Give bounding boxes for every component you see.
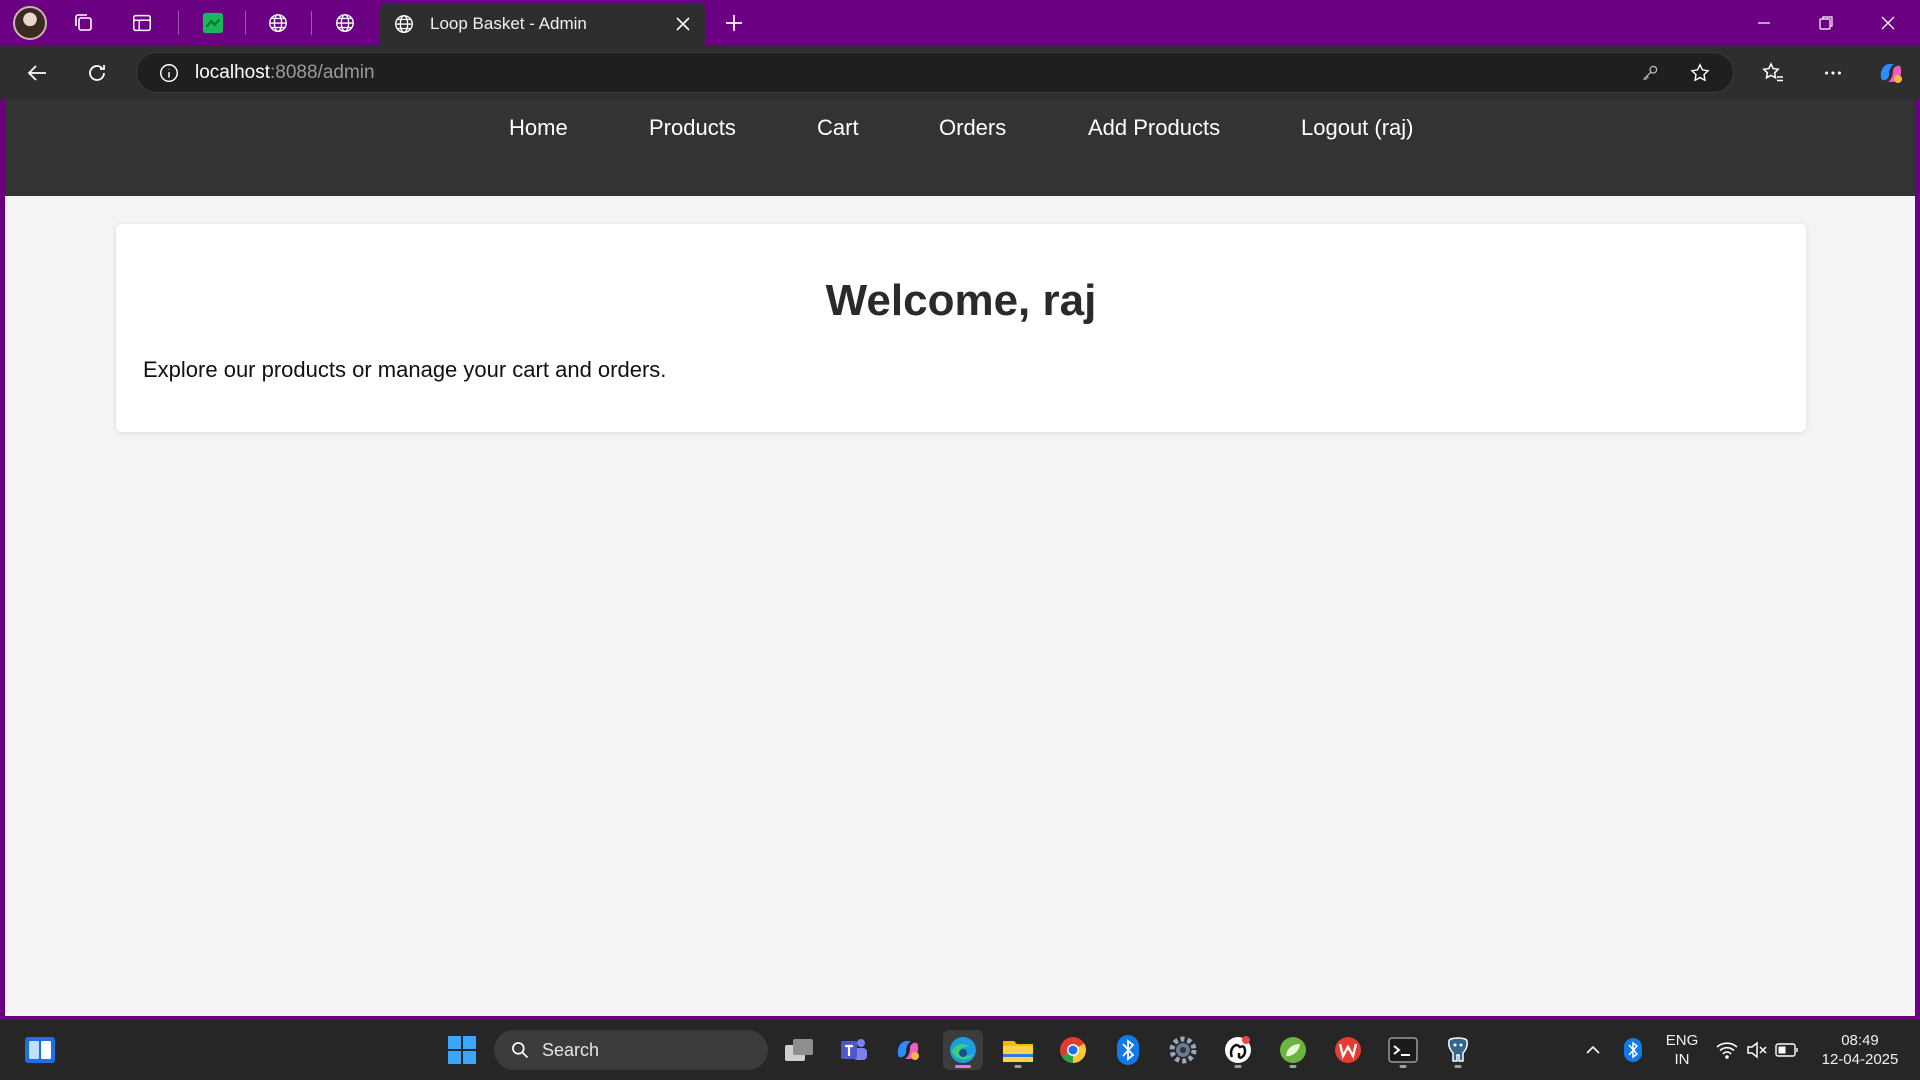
welcome-title: Welcome, raj	[825, 276, 1097, 325]
favorite-star-icon[interactable]	[1683, 56, 1717, 90]
running-app-indicator	[1289, 1065, 1297, 1068]
clock-date: 12-04-2025	[1821, 1051, 1899, 1068]
nav-products-link[interactable]: Products	[649, 115, 736, 141]
bluetooth-tray-icon[interactable]	[1613, 1030, 1653, 1070]
active-tab-title: Loop Basket - Admin	[430, 14, 587, 33]
running-app-indicator	[1454, 1065, 1462, 1068]
back-arrow-icon[interactable]	[20, 56, 54, 90]
copilot-app-icon[interactable]	[888, 1030, 928, 1070]
windows-taskbar: Search ENG IN 08:49 12-04-2025	[0, 1020, 1920, 1080]
key-icon[interactable]	[1633, 56, 1667, 90]
nav-logout-link[interactable]: Logout (raj)	[1301, 115, 1414, 141]
url-text[interactable]: localhost:8088/admin	[195, 62, 1633, 84]
more-options-icon[interactable]	[1816, 56, 1850, 90]
minimize-icon[interactable]	[1736, 4, 1792, 42]
nav-cart-link[interactable]: Cart	[817, 115, 859, 141]
bluetooth-app-icon[interactable]	[1108, 1030, 1148, 1070]
edge-browser-icon[interactable]	[943, 1030, 983, 1070]
pinned-tab-globe-icon[interactable]	[329, 7, 361, 39]
active-app-indicator	[955, 1065, 971, 1068]
spring-tools-icon[interactable]	[1273, 1030, 1313, 1070]
clock[interactable]: 08:49 12-04-2025	[1810, 1031, 1910, 1069]
workspaces-icon[interactable]	[68, 7, 100, 39]
running-app-indicator	[1014, 1065, 1022, 1068]
search-label: Search	[542, 1039, 600, 1060]
profile-avatar[interactable]	[13, 6, 47, 40]
chrome-icon[interactable]	[1053, 1030, 1093, 1070]
wps-office-icon[interactable]	[1328, 1030, 1368, 1070]
pinned-tab-globe-icon[interactable]	[262, 7, 294, 39]
site-navbar: Home Products Cart Orders Add Products L…	[5, 99, 1915, 196]
github-desktop-icon[interactable]	[1218, 1030, 1258, 1070]
nav-home-link[interactable]: Home	[509, 115, 568, 141]
nav-add-products-link[interactable]: Add Products	[1088, 115, 1220, 141]
url-host: localhost	[195, 61, 270, 83]
active-tab[interactable]: Loop Basket - Admin	[380, 3, 706, 45]
tab-separator	[245, 11, 246, 35]
tab-actions-icon[interactable]	[126, 7, 158, 39]
copilot-icon[interactable]	[1874, 56, 1908, 90]
postgresql-icon[interactable]	[1438, 1030, 1478, 1070]
welcome-description: Explore our products or manage your cart…	[143, 357, 667, 382]
pinned-tab-green-app-icon[interactable]	[197, 7, 229, 39]
tab-separator	[311, 11, 312, 35]
language-indicator[interactable]: ENG IN	[1660, 1031, 1704, 1069]
restore-icon[interactable]	[1798, 4, 1854, 42]
file-explorer-icon[interactable]	[998, 1030, 1038, 1070]
teams-icon[interactable]	[834, 1030, 874, 1070]
browser-tab-strip: Loop Basket - Admin	[0, 0, 1920, 45]
refresh-icon[interactable]	[80, 56, 114, 90]
taskbar-search[interactable]: Search	[494, 1030, 768, 1070]
widgets-icon[interactable]	[20, 1030, 60, 1070]
start-windows-icon[interactable]	[442, 1030, 482, 1070]
tab-separator	[178, 11, 179, 35]
globe-icon	[392, 12, 416, 36]
new-tab-icon[interactable]	[718, 7, 750, 39]
nav-orders-link[interactable]: Orders	[939, 115, 1006, 141]
settings-gear-icon[interactable]	[1163, 1030, 1203, 1070]
page-viewport: Home Products Cart Orders Add Products L…	[5, 99, 1915, 1016]
search-icon	[508, 1038, 532, 1062]
close-window-icon[interactable]	[1860, 4, 1916, 42]
site-info-icon[interactable]	[155, 59, 183, 87]
terminal-icon[interactable]	[1383, 1030, 1423, 1070]
favorites-icon[interactable]	[1756, 56, 1790, 90]
running-app-indicator	[1399, 1065, 1407, 1068]
language-region: IN	[1674, 1051, 1690, 1068]
language-code: ENG	[1665, 1032, 1699, 1049]
clock-time: 08:49	[1841, 1032, 1879, 1049]
address-bar[interactable]: localhost:8088/admin	[136, 52, 1734, 93]
welcome-card: Welcome, raj Explore our products or man…	[116, 224, 1806, 432]
close-tab-icon[interactable]	[668, 9, 698, 39]
show-hidden-icons-chevron-up-icon[interactable]	[1573, 1030, 1613, 1070]
task-view-icon[interactable]	[779, 1030, 819, 1070]
battery-icon[interactable]	[1767, 1030, 1807, 1070]
url-path: :8088/admin	[270, 61, 375, 83]
browser-toolbar: localhost:8088/admin	[0, 45, 1920, 99]
running-app-indicator	[1234, 1065, 1242, 1068]
